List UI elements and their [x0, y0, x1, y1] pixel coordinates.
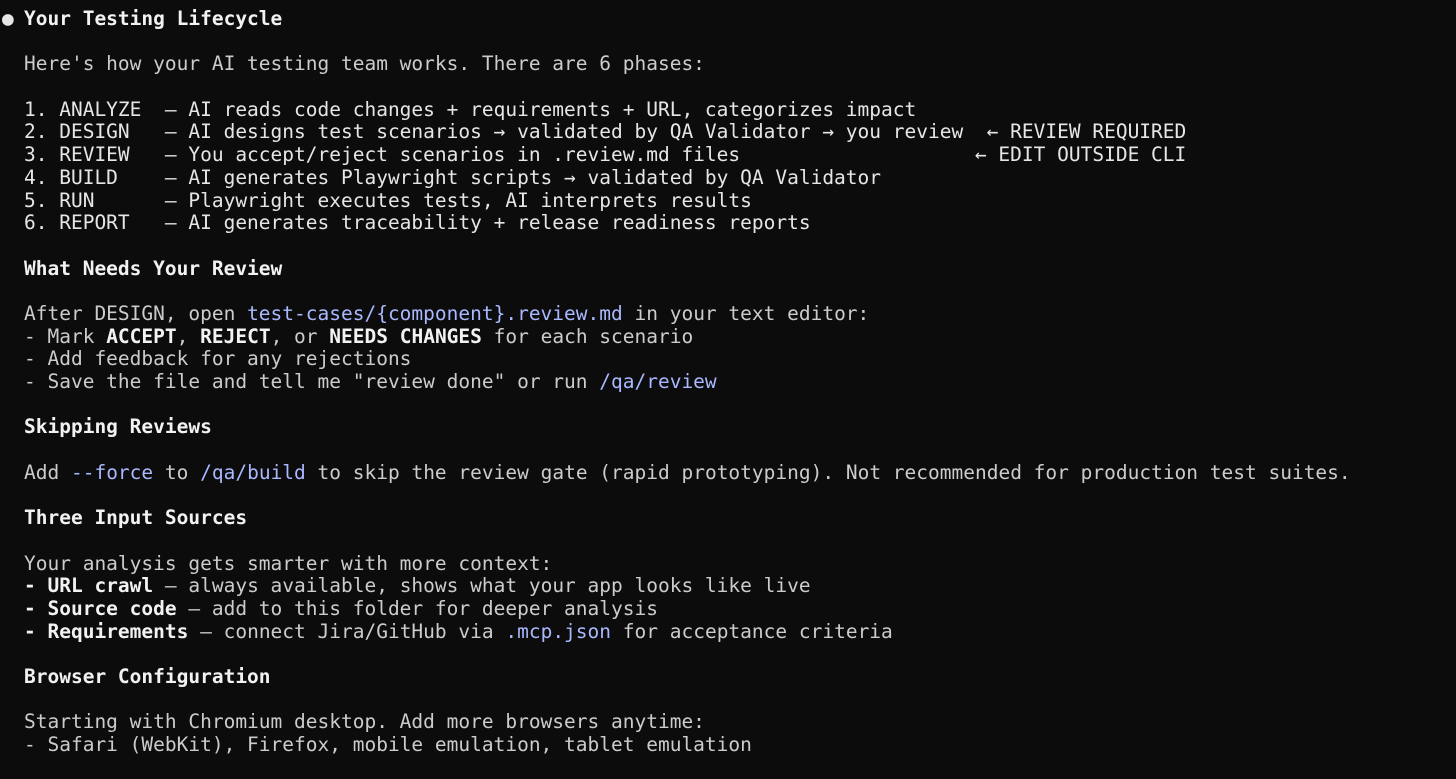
phase-line-report: 6. REPORT — AI generates traceability + … — [0, 211, 1456, 235]
accept-label: ACCEPT — [106, 324, 177, 348]
browser-heading: Browser Configuration — [24, 664, 271, 688]
review-feedback-line: - Add feedback for any rejections — [24, 347, 412, 371]
browser-line-2: - Safari (WebKit), Firefox, mobile emula… — [24, 733, 752, 756]
mark-sep2: , or — [270, 324, 330, 348]
force-flag: --force — [70, 460, 154, 484]
needs-changes-label: NEEDS CHANGES — [329, 324, 482, 348]
phase-text: 4. BUILD — AI generates Playwright scrip… — [24, 165, 882, 189]
save-pre: - Save the file and tell me "review done… — [24, 370, 600, 393]
requirements-post: for acceptance criteria — [611, 619, 893, 643]
skip-mid: to — [153, 460, 201, 484]
review-mark-line: - Mark ACCEPT, REJECT, or NEEDS CHANGES … — [0, 324, 1456, 349]
mark-sep1: , — [176, 324, 201, 348]
phase-text: 6. REPORT — AI generates traceability + … — [24, 211, 811, 235]
requirements-label: Requirements — [47, 619, 189, 643]
review-open-pre: After DESIGN, open — [24, 301, 248, 325]
lifecycle-title: Your Testing Lifecycle — [24, 7, 283, 30]
phase-note: ← EDIT OUTSIDE CLI — [974, 143, 1187, 167]
phase-line-analyze: 1. ANALYZE — AI reads code changes + req… — [0, 97, 1456, 122]
skip-post: to skip the review gate (rapid prototypi… — [305, 460, 1351, 484]
mcp-json-file: .mcp.json — [505, 619, 612, 643]
mark-post: for each scenario — [481, 324, 694, 348]
requirements-pre: — connect Jira/GitHub via — [188, 619, 506, 643]
inputs-heading: Three Input Sources — [24, 506, 248, 530]
phase-line-review: 3. REVIEW — You accept/reject scenarios … — [0, 143, 1456, 167]
input-url-line: - URL crawl — always available, shows wh… — [24, 574, 811, 598]
skip-pre: Add — [24, 460, 71, 484]
phase-text: 2. DESIGN — AI designs test scenarios → … — [24, 120, 964, 144]
reject-label: REJECT — [200, 324, 271, 348]
title-line: ● Your Testing Lifecycle — [0, 7, 1456, 31]
terminal-output: ● Your Testing Lifecycle Here's how your … — [0, 0, 1456, 779]
bullet-icon: ● — [2, 7, 14, 30]
phase-note: ← REVIEW REQUIRED — [986, 120, 1187, 144]
phase-text: 1. ANALYZE — AI reads code changes + req… — [24, 97, 917, 121]
source-code-text: — add to this folder for deeper analysis — [176, 596, 658, 620]
phase-line-build: 4. BUILD — AI generates Playwright scrip… — [0, 165, 1456, 190]
review-save-line: - Save the file and tell me "review done… — [0, 370, 1456, 394]
source-code-label: Source code — [47, 596, 177, 620]
review-heading: What Needs Your Review — [24, 256, 283, 280]
browser-line-1: Starting with Chromium desktop. Add more… — [24, 710, 705, 734]
url-crawl-text: — always available, shows what your app … — [153, 574, 811, 598]
mark-pre: - Mark — [24, 324, 107, 348]
review-open-line: After DESIGN, open test-cases/{component… — [0, 301, 1456, 326]
skip-line: Add --force to /qa/build to skip the rev… — [0, 460, 1456, 485]
input-requirements-line: - Requirements — connect Jira/GitHub via… — [24, 619, 893, 643]
phase-line-run: 5. RUN — Playwright executes tests, AI i… — [0, 188, 1456, 213]
phase-text: 3. REVIEW — You accept/reject scenarios … — [24, 143, 741, 167]
input-source-line: - Source code — add to this folder for d… — [24, 596, 658, 620]
phase-line-design: 2. DESIGN — AI designs test scenarios → … — [0, 121, 1456, 144]
phase-text: 5. RUN — Playwright executes tests, AI i… — [24, 188, 752, 212]
url-crawl-label: URL crawl — [47, 574, 154, 598]
skip-heading: Skipping Reviews — [24, 415, 212, 439]
qa-build-command: /qa/build — [200, 460, 306, 484]
qa-review-command: /qa/review — [599, 370, 717, 393]
inputs-intro: Your analysis gets smarter with more con… — [24, 551, 553, 575]
review-file-path: test-cases/{component}.review.md — [247, 301, 623, 325]
review-open-post: in your text editor: — [622, 301, 870, 325]
intro-text: Here's how your AI testing team works. T… — [24, 52, 705, 76]
